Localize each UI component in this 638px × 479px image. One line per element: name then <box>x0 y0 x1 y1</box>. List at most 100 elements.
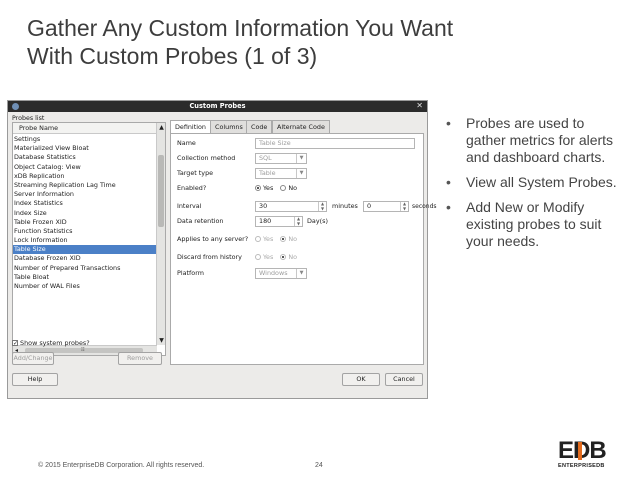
name-input[interactable]: Table Size <box>255 138 415 149</box>
show-system-probes-label: Show system probes? <box>20 339 90 347</box>
scrollbar-thumb[interactable] <box>158 155 164 227</box>
probes-list-rows: Settings Materialized View Bloat Database … <box>13 135 157 291</box>
custom-probes-dialog: Custom Probes ✕ Probes list Probe Name S… <box>7 100 437 399</box>
interval-label: Interval <box>177 202 202 210</box>
help-button[interactable]: Help <box>12 373 58 386</box>
dialog-title: Custom Probes <box>189 102 246 110</box>
probe-list-item[interactable]: Table Size <box>13 245 157 255</box>
probe-list-item[interactable]: Database Statistics <box>13 153 157 162</box>
bullet-item: View all System Probes. <box>446 174 626 191</box>
name-label: Name <box>177 139 196 147</box>
copyright-footer: © 2015 EnterpriseDB Corporation. All rig… <box>38 462 205 469</box>
applies-yes-label: Yes <box>263 235 274 243</box>
applies-no-radio[interactable] <box>280 236 287 242</box>
discard-no-radio[interactable] <box>280 254 287 260</box>
days-label: Day(s) <box>307 217 328 225</box>
probe-list-item[interactable]: Number of Prepared Transactions <box>13 264 157 273</box>
edb-logo: EDB ENTERPRISEDB <box>558 438 614 472</box>
probes-list[interactable]: Probe Name Settings Materialized View Blo… <box>12 122 166 356</box>
bullet-item: Probes are used to gather metrics for al… <box>446 115 626 166</box>
tab-definition[interactable]: Definition <box>170 120 211 134</box>
slide-title: Gather Any Custom Information You Want W… <box>27 14 627 70</box>
slide-title-line-2: With Custom Probes (1 of 3) <box>27 43 318 69</box>
interval-minutes-value: 30 <box>259 202 268 210</box>
target-type-label: Target type <box>177 169 214 177</box>
enabled-no-radio[interactable] <box>280 185 287 191</box>
probe-list-item[interactable]: Table Bloat <box>13 273 157 282</box>
page-number: 24 <box>315 462 323 469</box>
name-row: Name Table Size <box>177 138 423 149</box>
target-type-select[interactable]: Table ▼ <box>255 168 307 179</box>
probe-list-item[interactable]: Lock Information <box>13 236 157 245</box>
platform-row: Platform Windows ▼ <box>177 268 423 279</box>
cancel-button[interactable]: Cancel <box>385 373 423 386</box>
show-system-probes-option[interactable]: ✓ Show system probes? <box>12 339 90 347</box>
data-retention-value: 180 <box>259 217 272 225</box>
platform-label: Platform <box>177 269 204 277</box>
applies-label: Applies to any server? <box>177 235 249 243</box>
platform-select[interactable]: Windows ▼ <box>255 268 307 279</box>
applies-yes-radio[interactable] <box>255 236 261 242</box>
enabled-label: Enabled? <box>177 184 207 192</box>
tab-alternate-code[interactable]: Alternate Code <box>272 120 330 133</box>
probe-list-item[interactable]: xDB Replication <box>13 172 157 181</box>
enabled-radio-group: Yes No <box>255 183 302 194</box>
probe-list-item[interactable]: Number of WAL Files <box>13 282 157 291</box>
probe-list-item[interactable]: Materialized View Bloat <box>13 144 157 153</box>
scroll-down-icon[interactable]: ▼ <box>157 337 165 344</box>
tab-columns[interactable]: Columns <box>210 120 248 133</box>
enabled-row: Enabled? Yes No <box>177 183 423 194</box>
enabled-yes-label: Yes <box>263 184 274 192</box>
interval-seconds-input[interactable]: 0 ▲ ▼ <box>363 201 409 212</box>
discard-yes-label: Yes <box>263 253 274 261</box>
target-type-value: Table <box>259 169 276 177</box>
probe-list-item[interactable]: Server Information <box>13 190 157 199</box>
ok-button[interactable]: OK <box>342 373 380 386</box>
spinner-arrows-icon[interactable]: ▲ ▼ <box>294 216 302 226</box>
minutes-label: minutes <box>332 202 358 210</box>
data-retention-row: Data retention 180 ▲ ▼ Day(s) <box>177 216 423 227</box>
collection-method-label: Collection method <box>177 154 236 162</box>
chevron-down-icon: ▼ <box>296 269 306 278</box>
interval-minutes-input[interactable]: 30 ▲ ▼ <box>255 201 327 212</box>
show-system-probes-checkbox[interactable]: ✓ <box>12 340 18 347</box>
discard-yes-radio[interactable] <box>255 254 261 260</box>
remove-button[interactable]: Remove <box>118 352 162 365</box>
scroll-up-icon[interactable]: ▲ <box>157 124 165 131</box>
probe-list-item[interactable]: Database Frozen XID <box>13 254 157 263</box>
probe-list-item[interactable]: Index Statistics <box>13 199 157 208</box>
spinner-arrows-icon[interactable]: ▲ ▼ <box>400 201 408 211</box>
spinner-arrows-icon[interactable]: ▲ ▼ <box>318 201 326 211</box>
dialog-titlebar: Custom Probes ✕ <box>8 101 427 112</box>
discard-radio-group: Yes No <box>255 252 302 263</box>
logo-subtitle: ENTERPRISEDB <box>558 463 605 469</box>
probe-list-item[interactable]: Function Statistics <box>13 227 157 236</box>
chevron-down-icon: ▼ <box>296 154 306 163</box>
tab-code[interactable]: Code <box>246 120 273 133</box>
seconds-label: seconds <box>412 203 437 210</box>
bullet-list: Probes are used to gather metrics for al… <box>446 115 626 258</box>
chevron-down-icon: ▼ <box>296 169 306 178</box>
probes-list-label: Probes list <box>12 115 45 122</box>
applies-radio-group: Yes No <box>255 234 302 245</box>
collection-method-select[interactable]: SQL ▼ <box>255 153 307 164</box>
probes-list-vertical-scrollbar[interactable]: ▲ ▼ <box>156 123 165 345</box>
collection-method-value: SQL <box>259 154 272 162</box>
probe-list-item[interactable]: Streaming Replication Lag Time <box>13 181 157 190</box>
discard-row: Discard from history Yes No <box>177 252 423 263</box>
data-retention-label: Data retention <box>177 217 224 225</box>
probe-list-item[interactable]: Table Frozen XID <box>13 218 157 227</box>
platform-value: Windows <box>259 269 288 277</box>
probe-name-column-header[interactable]: Probe Name <box>13 123 157 134</box>
applies-no-label: No <box>288 235 298 243</box>
enabled-yes-radio[interactable] <box>255 185 261 191</box>
enabled-no-label: No <box>288 184 298 192</box>
data-retention-input[interactable]: 180 ▲ ▼ <box>255 216 303 227</box>
add-change-button[interactable]: Add/Change <box>12 352 54 365</box>
probe-list-item[interactable]: Settings <box>13 135 157 144</box>
bullet-item: Add New or Modify existing probes to sui… <box>446 199 626 250</box>
close-icon[interactable]: ✕ <box>416 101 423 110</box>
probe-list-item[interactable]: Index Size <box>13 209 157 218</box>
probe-list-item[interactable]: Object Catalog: View <box>13 163 157 172</box>
interval-seconds-value: 0 <box>367 202 372 210</box>
